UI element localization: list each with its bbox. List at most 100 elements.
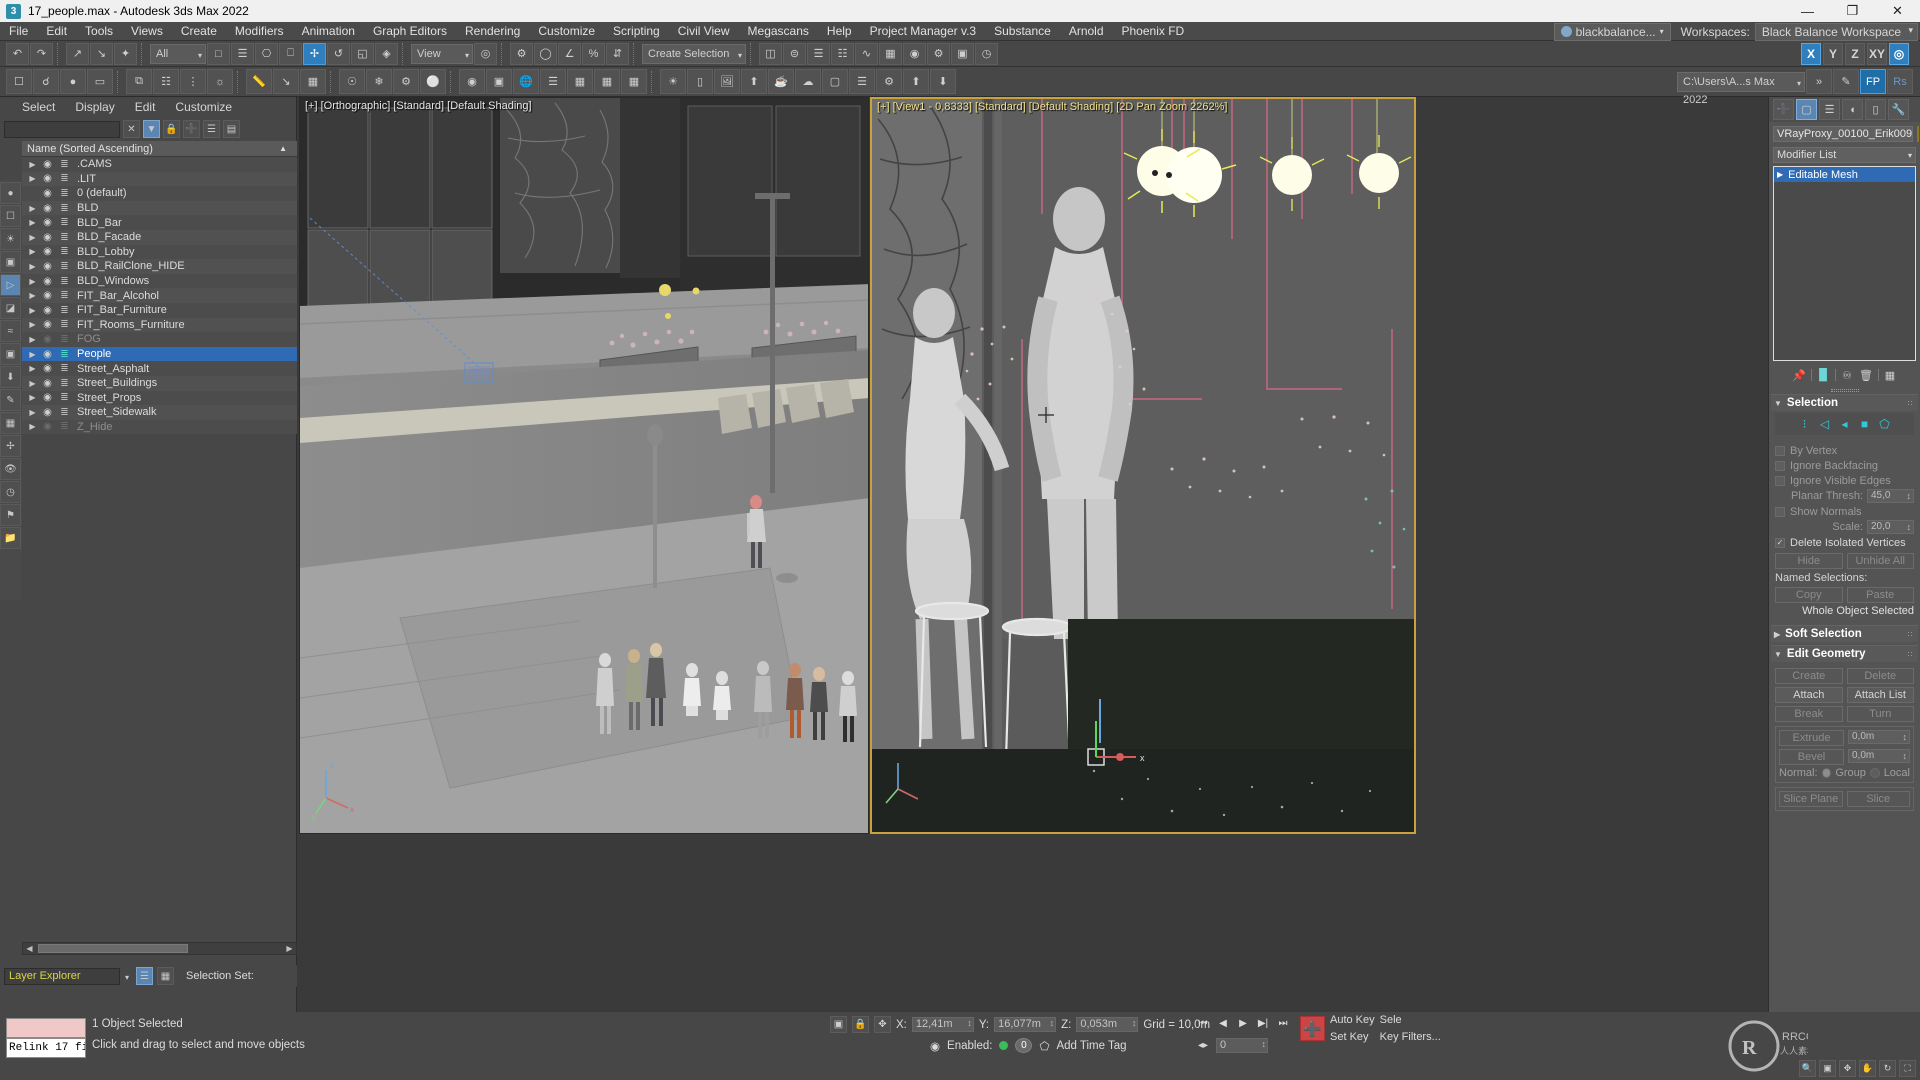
move-up-icon[interactable]: ⬆ bbox=[903, 69, 929, 94]
menu-graph-editors[interactable]: Graph Editors bbox=[364, 22, 456, 40]
layer-expand-arrow-icon[interactable]: ▶ bbox=[26, 379, 39, 388]
project-path-select[interactable]: C:\Users\A...s Max 2022 bbox=[1677, 71, 1805, 106]
show-normals-checkbox[interactable] bbox=[1775, 506, 1785, 517]
window-crossing-icon[interactable]: ⎕ bbox=[279, 42, 302, 65]
expand-arrow-icon[interactable]: ▶ bbox=[1777, 170, 1783, 179]
rectangular-select-region-icon[interactable]: ⎔ bbox=[255, 42, 278, 65]
fp-plugin-icon[interactable]: FP bbox=[1860, 69, 1886, 94]
reference-coordinate-system-select[interactable]: View bbox=[411, 43, 473, 65]
layer-stack-icon[interactable]: ≣ bbox=[56, 159, 73, 170]
ignore-visible-edges-row[interactable]: Ignore Visible Edges bbox=[1775, 473, 1914, 488]
y-coordinate-input[interactable]: 16,077m bbox=[994, 1017, 1057, 1032]
attach-list-button[interactable]: Attach List bbox=[1846, 687, 1914, 703]
maxscript-listener-input[interactable]: Relink 17 fi bbox=[6, 1038, 86, 1058]
pan-icon[interactable]: ✋ bbox=[1859, 1060, 1876, 1077]
spacing-tool-icon[interactable]: ⋮ bbox=[180, 69, 206, 94]
add-time-tag-label[interactable]: Add Time Tag bbox=[1056, 1040, 1126, 1052]
axis-y-button[interactable]: Y bbox=[1823, 42, 1843, 65]
teapot-icon[interactable]: ☕ bbox=[768, 69, 794, 94]
edge-select-icon[interactable]: ◁ bbox=[1816, 416, 1834, 432]
x-coordinate-input[interactable]: 12,41m bbox=[911, 1017, 974, 1032]
delete-isolated-vertices-row[interactable]: ✓ Delete Isolated Vertices bbox=[1775, 535, 1914, 550]
cylinder-primitive-icon[interactable]: ☌ bbox=[33, 69, 59, 94]
layer-row[interactable]: ▶ ◉ ≣ FIT_Bar_Furniture bbox=[22, 302, 297, 318]
key-filters-button[interactable]: Key Filters... bbox=[1380, 1031, 1441, 1043]
snaps-toggle-icon[interactable]: ◯ bbox=[534, 42, 557, 65]
menu-views[interactable]: Views bbox=[122, 22, 172, 40]
layer-stack-icon[interactable]: ≣ bbox=[56, 290, 73, 301]
layer-stack-icon[interactable]: ≣ bbox=[56, 363, 73, 374]
layer-row[interactable]: ▶ ◉ ≣ .LIT bbox=[22, 171, 297, 187]
create-button[interactable]: Create bbox=[1775, 668, 1843, 684]
display-tab[interactable]: ▯ bbox=[1865, 99, 1886, 120]
delete-button[interactable]: Delete bbox=[1846, 668, 1914, 684]
panel-grip[interactable] bbox=[1769, 386, 1920, 394]
delete-isolated-vertices-checkbox[interactable]: ✓ bbox=[1775, 537, 1785, 548]
ignore-visible-edges-checkbox[interactable] bbox=[1775, 475, 1785, 486]
layer-stack-icon[interactable]: ≣ bbox=[56, 203, 73, 214]
layer-row[interactable]: ▶ ◉ ≣ BLD_Lobby bbox=[22, 244, 297, 260]
rail-copy-icon[interactable]: ☐ bbox=[0, 205, 21, 227]
angle-snap-icon[interactable]: ∠ bbox=[558, 42, 581, 65]
polygon-select-icon[interactable]: ■ bbox=[1856, 416, 1874, 432]
le-menu-select[interactable]: Select bbox=[12, 100, 65, 114]
viewport-right-label[interactable]: [+] [View1 - 0,8333] [Standard] [Default… bbox=[877, 101, 1228, 113]
layer-visibility-eye-icon[interactable]: ◉ bbox=[39, 246, 56, 257]
clone-icon[interactable]: ⧉ bbox=[126, 69, 152, 94]
layer-row[interactable]: ▶ ◉ ≣ BLD bbox=[22, 200, 297, 216]
layer-expand-arrow-icon[interactable]: ▶ bbox=[26, 160, 39, 169]
layer-row[interactable]: ▶ ◉ ≣ FOG bbox=[22, 332, 297, 347]
array-icon[interactable]: ☷ bbox=[153, 69, 179, 94]
absolute-relative-mode-icon[interactable]: ✥ bbox=[874, 1016, 891, 1033]
layer-visibility-eye-icon[interactable]: ◉ bbox=[39, 305, 56, 316]
layer-stack-icon[interactable]: ≣ bbox=[56, 319, 73, 330]
select-by-name-icon[interactable]: ☰ bbox=[231, 42, 254, 65]
orbit-icon[interactable]: ↻ bbox=[1879, 1060, 1896, 1077]
lock-icon[interactable]: 🔒 bbox=[163, 120, 180, 138]
unhide-all-button[interactable]: Unhide All bbox=[1846, 553, 1914, 569]
menu-tools[interactable]: Tools bbox=[76, 22, 122, 40]
menu-substance[interactable]: Substance bbox=[985, 22, 1060, 40]
layer-visibility-eye-icon[interactable]: ◉ bbox=[39, 159, 56, 170]
rail-select-icon[interactable]: ▷ bbox=[0, 274, 21, 296]
user-account-button[interactable]: blackbalance... ▾ bbox=[1553, 22, 1671, 41]
layer-expand-arrow-icon[interactable]: ▶ bbox=[26, 218, 39, 227]
layer-expand-arrow-icon[interactable]: ▶ bbox=[26, 350, 39, 359]
zoom-icon[interactable]: 🔍 bbox=[1799, 1060, 1816, 1077]
plane-primitive-icon[interactable]: ▭ bbox=[87, 69, 113, 94]
motion-tab[interactable]: ◖ bbox=[1842, 99, 1863, 120]
script-icon[interactable]: ✎ bbox=[1833, 69, 1859, 94]
layer-stack-icon[interactable]: ≣ bbox=[56, 392, 73, 403]
layer-search-input[interactable] bbox=[4, 120, 120, 138]
scroll-thumb[interactable] bbox=[38, 944, 188, 953]
layer-expand-arrow-icon[interactable]: ▶ bbox=[26, 364, 39, 373]
layers-stack-icon[interactable]: ☰ bbox=[203, 120, 220, 138]
rail-flag-icon[interactable]: ⚑ bbox=[0, 504, 21, 526]
extrude-amount-spinner[interactable]: 0,0m bbox=[1848, 730, 1910, 744]
paste-button[interactable]: Paste bbox=[1846, 587, 1914, 603]
layer-visibility-eye-icon[interactable]: ◉ bbox=[39, 349, 56, 360]
menu-megascans[interactable]: Megascans bbox=[739, 22, 818, 40]
layer-list[interactable]: ▶ ◉ ≣ .CAMS ▶ ◉ ≣ .LIT ◉ ≣ 0 (default) ▶ ◉ ≣ BLD ▶ ◉ ≣ BLD… bbox=[22, 157, 297, 487]
hierarchy-mode-icon[interactable]: ▦ bbox=[157, 967, 174, 985]
menu-civil-view[interactable]: Civil View bbox=[669, 22, 739, 40]
next-frame-icon[interactable]: ▶| bbox=[1255, 1015, 1271, 1031]
hierarchy-tab[interactable]: ☰ bbox=[1819, 99, 1840, 120]
layer-visibility-eye-icon[interactable]: ◉ bbox=[39, 203, 56, 214]
play-animation-icon[interactable]: ▶ bbox=[1235, 1015, 1251, 1031]
copy-button[interactable]: Copy bbox=[1775, 587, 1843, 603]
percent-snap-icon[interactable]: % bbox=[582, 42, 605, 65]
layer-row[interactable]: ▶ ◉ ≣ BLD_RailClone_HIDE bbox=[22, 259, 297, 274]
layer-row[interactable]: ▶ ◉ ≣ Street_Buildings bbox=[22, 375, 297, 391]
selection-lock-region-icon[interactable]: ▣ bbox=[830, 1016, 847, 1033]
curve-editor-icon[interactable]: ∿ bbox=[855, 42, 878, 65]
normal-group-radio[interactable] bbox=[1821, 768, 1832, 778]
previous-frame-icon[interactable]: ◀ bbox=[1215, 1015, 1231, 1031]
mirror-icon[interactable]: ◫ bbox=[759, 42, 782, 65]
light-icon[interactable]: ☀ bbox=[660, 69, 686, 94]
set-key-button[interactable]: ➕ bbox=[1300, 1016, 1325, 1041]
layer-expand-arrow-icon[interactable]: ▶ bbox=[26, 174, 39, 183]
rollout-soft-selection-header[interactable]: ▶ Soft Selection bbox=[1771, 625, 1918, 642]
le-menu-display[interactable]: Display bbox=[65, 100, 124, 114]
camera-icon[interactable]: ◉ bbox=[459, 69, 485, 94]
